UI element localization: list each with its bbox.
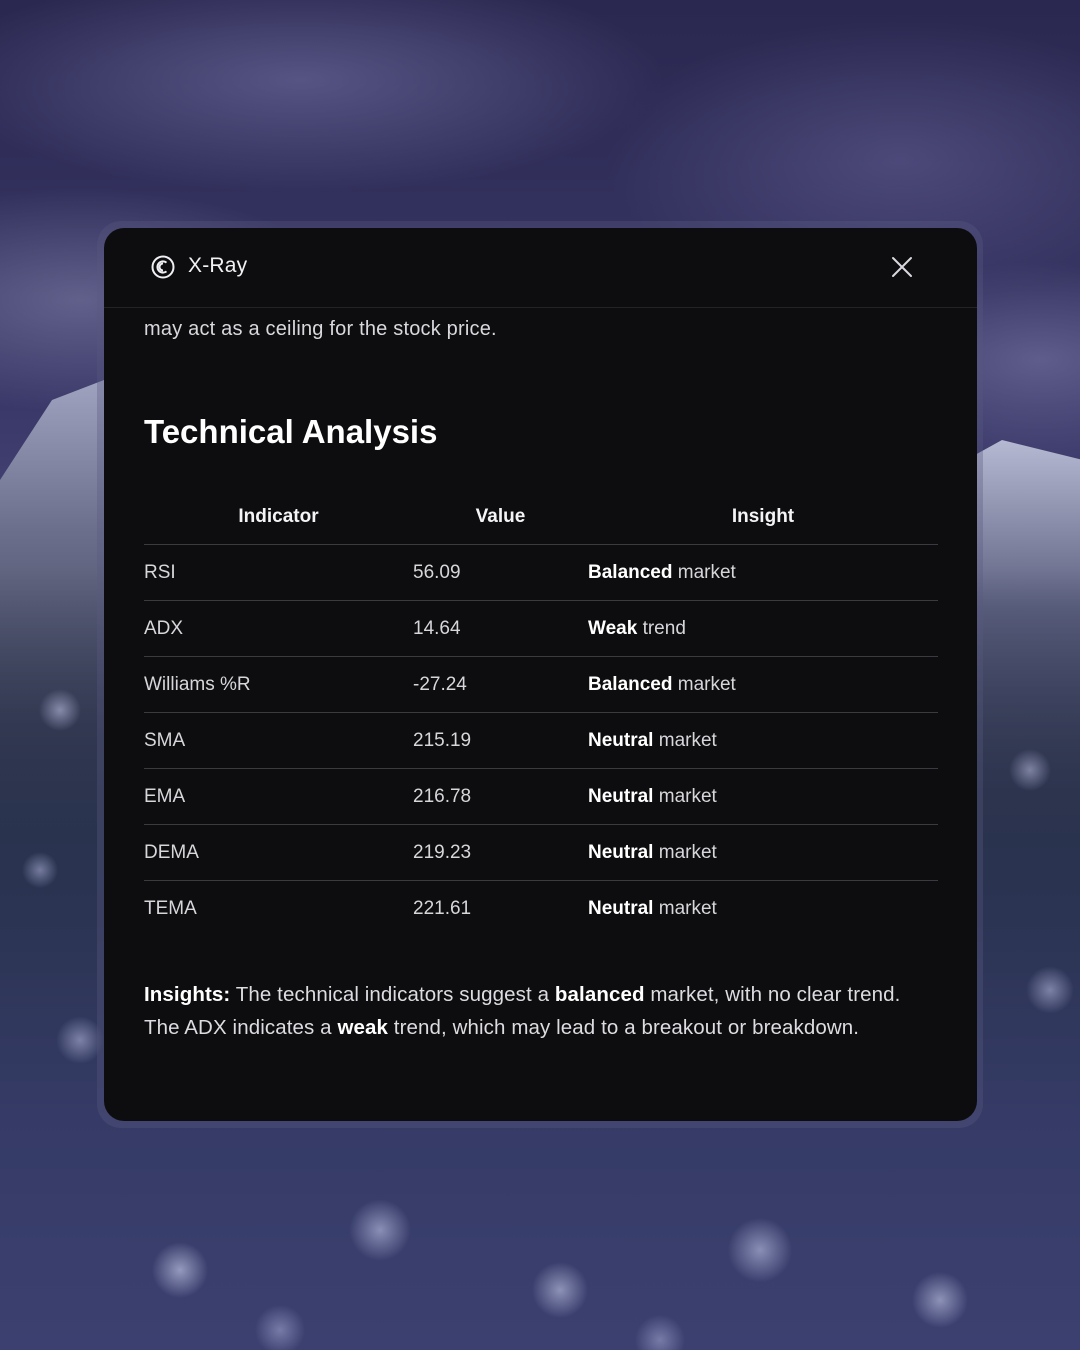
insight-rest: market [653, 785, 717, 807]
technical-analysis-table: Indicator Value Insight RSI 56.09 Balanc… [144, 490, 938, 936]
table-row: SMA 215.19 Neutral market [144, 712, 938, 769]
insight-rest: market [672, 561, 736, 583]
indicator-cell: SMA [144, 712, 413, 769]
value-cell: 56.09 [413, 544, 588, 601]
scroll-content[interactable]: may act as a ceiling for the stock price… [104, 316, 977, 1044]
value-cell: 14.64 [413, 600, 588, 657]
header-value: Value [413, 490, 588, 545]
table-row: DEMA 219.23 Neutral market [144, 824, 938, 881]
table-row: TEMA 221.61 Neutral market [144, 881, 938, 937]
lead-text: may act as a ceiling for the stock price… [144, 318, 497, 340]
insight-cell: Neutral market [588, 712, 938, 769]
table-row: EMA 216.78 Neutral market [144, 768, 938, 825]
value-cell: 215.19 [413, 712, 588, 769]
header-insight: Insight [588, 490, 938, 545]
insight-cell: Neutral market [588, 824, 938, 881]
insight-cell: Neutral market [588, 768, 938, 825]
insight-rest: market [653, 729, 717, 751]
summary-strong-weak: weak [337, 1016, 388, 1039]
value-cell: 216.78 [413, 768, 588, 825]
insight-rest: market [653, 841, 717, 863]
insight-cell: Balanced market [588, 544, 938, 601]
summary-strong-balanced: balanced [554, 983, 645, 1006]
insight-strong: Neutral [588, 729, 654, 751]
insight-strong: Balanced [588, 561, 673, 583]
indicator-cell: TEMA [144, 897, 197, 919]
table-row: RSI 56.09 Balanced market [144, 544, 938, 601]
insight-rest: market [672, 673, 736, 695]
insight-strong: Weak [588, 617, 638, 639]
insight-rest: trend [637, 617, 686, 639]
xray-panel: X-Ray may act as a ceiling for the stock… [104, 228, 977, 1121]
insight-cell: Weak trend [588, 600, 938, 657]
insight-rest: market [653, 897, 717, 919]
table-row: Williams %R -27.24 Balanced market [144, 656, 938, 713]
table-header-row: Indicator Value Insight [144, 490, 938, 545]
header-indicator: Indicator [144, 490, 413, 545]
indicator-cell: RSI [144, 544, 413, 601]
section-title: Technical Analysis [144, 413, 438, 450]
insight-strong: Neutral [588, 841, 654, 863]
summary-part3: trend, which may lead to a breakout or b… [388, 1016, 860, 1039]
summary-part1: The technical indicators suggest a [230, 983, 555, 1006]
insight-cell: Neutral market [588, 881, 938, 937]
close-icon[interactable] [889, 254, 915, 280]
table-row: ADX 14.64 Weak trend [144, 600, 938, 657]
indicator-cell: EMA [144, 768, 413, 825]
indicator-cell: ADX [144, 600, 413, 657]
insight-cell: Balanced market [588, 656, 938, 713]
summary-label: Insights: [144, 983, 231, 1006]
value-cell: 219.23 [413, 824, 588, 881]
insight-strong: Balanced [588, 673, 673, 695]
value-cell: 221.61 [413, 897, 472, 919]
value-cell: -27.24 [413, 656, 588, 713]
insight-strong: Neutral [588, 785, 654, 807]
insights-summary: Insights: The technical indicators sugge… [144, 978, 937, 1044]
app-title: X-Ray [188, 254, 248, 277]
xray-logo-icon [150, 254, 176, 280]
insight-strong: Neutral [588, 897, 654, 919]
panel-header: X-Ray [104, 228, 977, 308]
indicator-cell: Williams %R [144, 656, 413, 713]
indicator-cell: DEMA [144, 824, 413, 881]
